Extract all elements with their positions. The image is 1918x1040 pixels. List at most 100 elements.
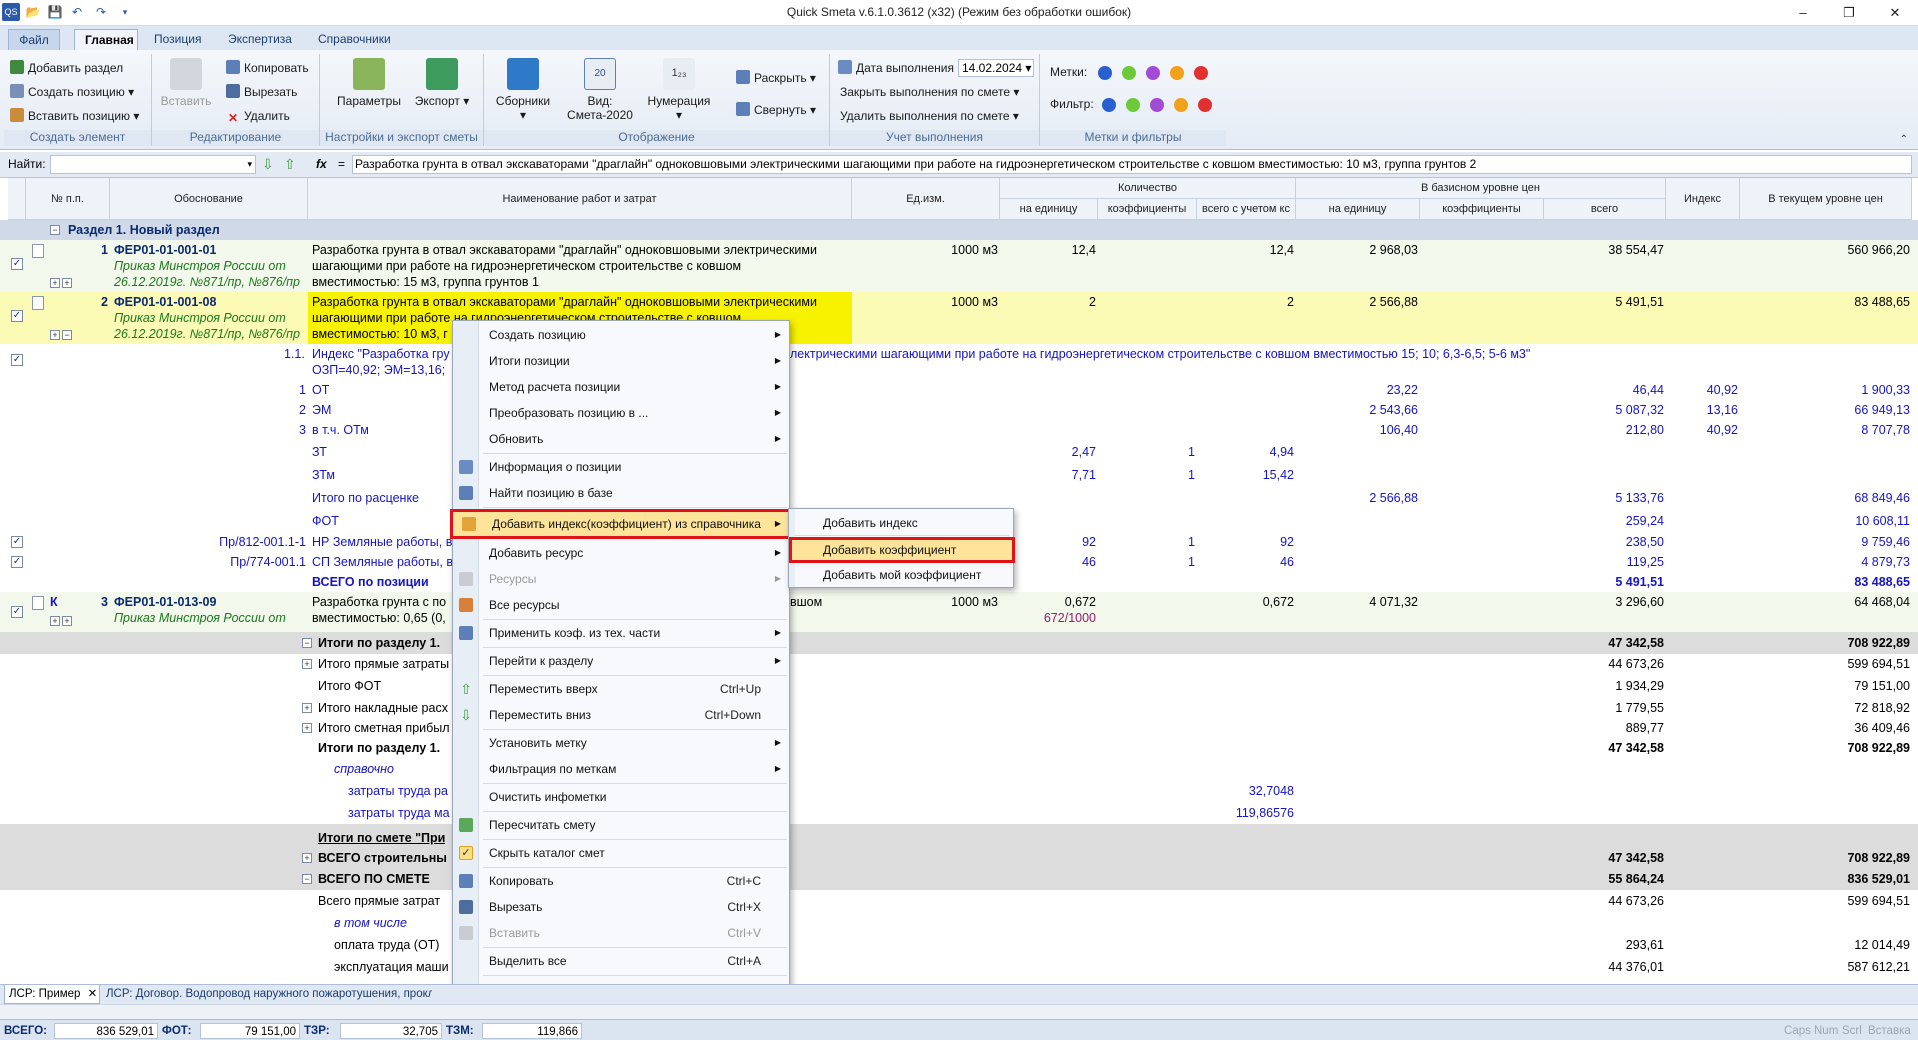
menu-position-totals[interactable]: Итоги позиции ▶ [453,349,789,373]
exec-date-input[interactable]: 14.02.2024 ▾ [958,59,1034,77]
export-button[interactable]: Экспорт ▾ [414,58,470,108]
position-row-3[interactable]: ✓ К + + 3 ФЕР01-01-013-09 Приказ Минстро… [0,592,1918,632]
numbering-button[interactable]: 1₂₃ Нумерация ▾ [644,58,714,122]
submenu-add-coefficient[interactable]: Добавить коэффициент [789,537,1015,563]
expand-icon[interactable]: + [302,703,312,713]
header-index[interactable]: Индекс [1666,178,1740,220]
menu-add-resource[interactable]: Добавить ресурс ▶ [453,541,789,565]
mark-orange-icon[interactable] [1170,66,1184,80]
header-unit[interactable]: Ед.изм. [852,178,1000,220]
delete-exec-button[interactable]: Удалить выполнения по смете ▾ [840,106,1019,126]
collapse-icon[interactable]: − [62,330,72,340]
overhead-total-row[interactable]: + Итого накладные расх 1 779,55 72 818,9… [0,698,1918,718]
header-base-total[interactable]: всего [1544,199,1666,220]
expand-button[interactable]: Раскрыть ▾ [736,68,816,88]
view-button[interactable]: 20 Вид: Смета-2020 [562,58,638,122]
maximize-button[interactable]: ❐ [1826,0,1872,26]
add-section-button[interactable]: Добавить раздел [10,58,123,78]
expand-icon[interactable]: + [50,616,60,626]
menu-convert-position[interactable]: Преобразовать позицию в ... ▶ [453,401,789,425]
delete-button[interactable]: ✕ Удалить [226,106,290,126]
menu-select-all[interactable]: Выделить все Ctrl+A [453,949,789,973]
resource-row-ztm[interactable]: ЗТм 7,71 1 15,42 [0,464,1918,486]
menu-goto-section[interactable]: Перейти к разделу ▶ [453,649,789,673]
row-checkbox[interactable]: ✓ [11,310,23,322]
estimate-total-row[interactable]: Итоги по смете "При [0,828,1918,848]
position-row-2[interactable]: ✓ + − 2 ФЕР01-01-001-08 Приказ Минстроя … [0,292,1918,344]
mark-blue-icon[interactable] [1098,66,1112,80]
section-row[interactable]: − Раздел 1. Новый раздел [0,220,1918,240]
row-checkbox[interactable]: ✓ [11,258,23,270]
header-base-coef[interactable]: коэффициенты [1420,199,1544,220]
menu-create-position[interactable]: Создать позицию ▶ [453,323,789,347]
expand-icon[interactable]: + [62,278,72,288]
header-num[interactable]: № п.п. [26,178,110,220]
header-qty-coef[interactable]: коэффициенты [1098,199,1197,220]
header-base-unit[interactable]: на единицу [1296,199,1420,220]
insert-position-button[interactable]: Вставить позицию ▾ [10,106,139,126]
collapse-icon[interactable]: − [302,874,312,884]
horizontal-scrollbar[interactable] [0,1004,1918,1019]
menu-paste[interactable]: Вставить Ctrl+V [453,921,789,945]
submenu-add-my-coefficient[interactable]: Добавить мой коэффициент [789,563,1013,587]
menu-cut[interactable]: Вырезать Ctrl+X [453,895,789,919]
tab-position[interactable]: Позиция [144,29,211,50]
header-qty-total[interactable]: всего с учетом кс [1197,199,1296,220]
tab-expertise[interactable]: Экспертиза [218,29,302,50]
paste-button[interactable]: Вставить [158,58,214,108]
menu-move-down[interactable]: ⇩ Переместить вниз Ctrl+Down [453,703,789,727]
menu-calc-method[interactable]: Метод расчета позиции ▶ [453,375,789,399]
menu-set-mark[interactable]: Установить метку ▶ [453,731,789,755]
expand-icon[interactable]: + [302,723,312,733]
reference-row[interactable]: справочно [0,758,1918,780]
row-checkbox[interactable]: ✓ [11,536,23,548]
filter-red-icon[interactable] [1198,98,1212,112]
doc-tab[interactable]: ЛСР: Договор. Водопровод наружного пожар… [102,985,432,1004]
profit-total-row[interactable]: + Итого сметная прибыл 889,77 36 409,46 [0,718,1918,738]
mark-red-icon[interactable] [1194,66,1208,80]
expand-icon[interactable]: + [302,853,312,863]
menu-add-index-from-reference[interactable]: Добавить индекс(коэффициент) из справочн… [450,509,792,539]
menu-filter-marks[interactable]: Фильтрация по меткам ▶ [453,757,789,781]
position-row-1[interactable]: ✓ + + 1 ФЕР01-01-001-01 Приказ Минстроя … [0,240,1918,292]
filter-purple-icon[interactable] [1150,98,1164,112]
section-total-row-2[interactable]: Итоги по разделу 1. 47 342,58 708 922,89 [0,738,1918,758]
submenu-add-index[interactable]: Добавить индекс [789,511,1013,535]
row-checkbox[interactable]: ✓ [11,556,23,568]
collapse-icon[interactable]: − [302,638,312,648]
mark-purple-icon[interactable] [1146,66,1160,80]
expand-icon[interactable]: + [62,616,72,626]
mark-green-icon[interactable] [1122,66,1136,80]
wages-row[interactable]: оплата труда (ОТ) 293,61 12 014,49 [0,934,1918,956]
rate-total-row[interactable]: Итого по расценке 2 566,88 5 133,76 68 8… [0,486,1918,510]
resource-row-ot[interactable]: 1 ОТ 23,22 46,44 40,92 1 900,33 [0,380,1918,400]
collections-button[interactable]: Сборники ▾ [492,58,554,122]
create-position-button[interactable]: Создать позицию ▾ [10,82,134,102]
filter-orange-icon[interactable] [1174,98,1188,112]
find-prev-icon[interactable]: ⇧ [284,156,296,173]
including-row[interactable]: в том числе [0,912,1918,934]
index-row[interactable]: ✓ 1.1. Индекс "Разработка гру лектрическ… [0,344,1918,380]
expand-icon[interactable]: + [302,659,312,669]
tab-references[interactable]: Справочники [308,29,401,50]
menu-all-resources[interactable]: Все ресурсы [453,593,789,617]
close-exec-button[interactable]: Закрыть выполнения по смете ▾ [840,82,1019,102]
header-current[interactable]: В текущем уровне цен [1740,178,1912,220]
menu-move-up[interactable]: ⇧ Переместить вверх Ctrl+Up [453,677,789,701]
resource-row-zt[interactable]: ЗТ 2,47 1 4,94 [0,440,1918,464]
close-tab-icon[interactable]: ✕ [88,988,98,1000]
filter-green-icon[interactable] [1126,98,1140,112]
ribbon-collapse-icon[interactable]: ⌃ [1900,134,1908,145]
find-input[interactable]: ▾ [50,155,256,174]
section-total-row[interactable]: − Итоги по разделу 1. 47 342,58 708 922,… [0,632,1918,654]
filter-blue-icon[interactable] [1102,98,1116,112]
labor-machinists-row[interactable]: затраты труда ма 119,86576 [0,802,1918,824]
menu-resources[interactable]: Ресурсы ▶ [453,567,789,591]
expand-icon[interactable]: + [50,330,60,340]
copy-button[interactable]: Копировать [226,58,309,78]
resource-row-em[interactable]: 2 ЭМ 2 543,66 5 087,32 13,16 66 949,13 [0,400,1918,420]
menu-position-info[interactable]: Информация о позиции [453,455,789,479]
row-checkbox[interactable]: ✓ [11,606,23,618]
expand-icon[interactable]: + [50,278,60,288]
formula-input[interactable]: Разработка грунта в отвал экскаваторами … [352,155,1912,174]
